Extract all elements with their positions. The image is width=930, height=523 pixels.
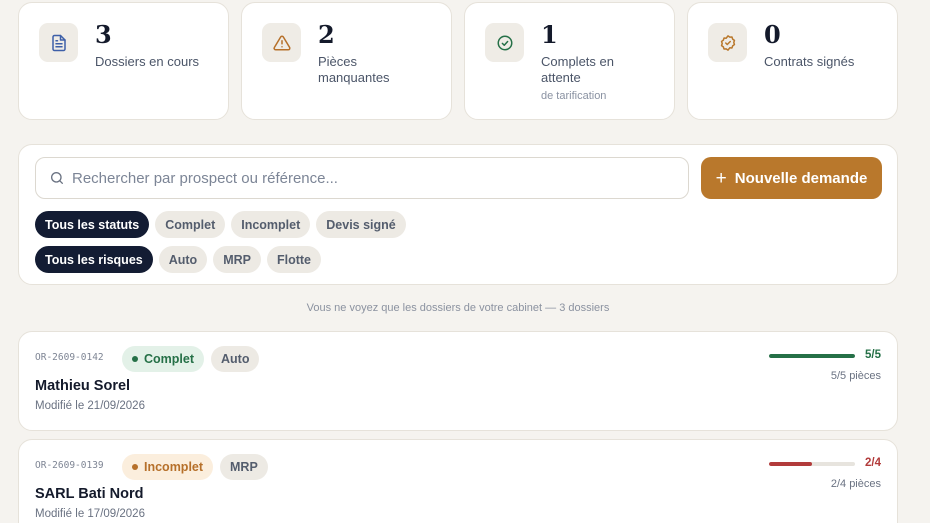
risk-filter-flotte[interactable]: Flotte bbox=[266, 246, 321, 273]
risk-filter-group: Tous les risques Auto MRP Flotte bbox=[35, 246, 321, 273]
status-dot bbox=[132, 464, 138, 470]
risk-type-badge: MRP bbox=[220, 454, 268, 480]
stat-sublabel: de tarification bbox=[541, 90, 607, 102]
stat-card-dossiers-en-cours: 3 Dossiers en cours bbox=[18, 2, 229, 120]
stat-card-contrats-signes: 0 Contrats signés bbox=[687, 2, 898, 120]
stat-card-pieces-manquantes: 2 Pièces manquantes bbox=[241, 2, 452, 120]
dossier-modified: Modifié le 17/09/2026 bbox=[35, 508, 145, 520]
pieces-progress-bar bbox=[769, 354, 855, 358]
badge-check-icon bbox=[708, 23, 747, 62]
new-request-button[interactable]: + Nouvelle demande bbox=[701, 157, 882, 199]
scope-note: Vous ne voyez que les dossiers de votre … bbox=[306, 302, 610, 314]
stat-label-group: Complets en attente de tarification bbox=[541, 54, 641, 104]
stat-value: 0 bbox=[764, 20, 781, 49]
status-label: Complet bbox=[144, 352, 194, 366]
dossier-name: Mathieu Sorel bbox=[35, 378, 131, 394]
search-input[interactable] bbox=[72, 159, 672, 197]
pieces-fraction: 5/5 bbox=[865, 349, 881, 361]
stat-label: Contrats signés bbox=[764, 54, 855, 69]
status-badge: Incomplet bbox=[122, 454, 214, 480]
dossier-ref: OR-2609-0139 bbox=[35, 460, 104, 471]
status-filter-complet[interactable]: Complet bbox=[155, 211, 226, 238]
status-label: Incomplet bbox=[144, 460, 204, 474]
plus-icon: + bbox=[715, 167, 727, 189]
dossier-ref: OR-2609-0142 bbox=[35, 352, 104, 363]
stat-label: Pièces manquantes bbox=[318, 54, 390, 85]
document-icon bbox=[39, 23, 78, 62]
stat-value: 1 bbox=[541, 20, 558, 49]
pieces-progress-bar bbox=[769, 462, 855, 466]
stat-card-complets-en-attente: 1 Complets en attente de tarification bbox=[464, 2, 675, 120]
status-filter-incomplet[interactable]: Incomplet bbox=[231, 211, 311, 238]
status-filter-group: Tous les statuts Complet Incomplet Devis… bbox=[35, 211, 406, 238]
pieces-fraction: 2/4 bbox=[865, 457, 881, 469]
status-dot bbox=[132, 356, 138, 362]
stat-label: Dossiers en cours bbox=[95, 54, 200, 69]
filter-panel: + Nouvelle demande Tous les statuts Comp… bbox=[18, 144, 898, 285]
status-filter-all[interactable]: Tous les statuts bbox=[35, 211, 150, 238]
risk-filter-auto[interactable]: Auto bbox=[158, 246, 208, 273]
search-box[interactable] bbox=[35, 157, 689, 199]
stat-value: 2 bbox=[318, 20, 335, 49]
pieces-count: 5/5 pièces bbox=[830, 370, 881, 382]
stat-value: 3 bbox=[95, 20, 112, 49]
dossier-row[interactable]: OR-2609-0142 Complet Auto Mathieu Sorel … bbox=[18, 331, 898, 431]
status-badge: Complet bbox=[122, 346, 204, 372]
check-circle-icon bbox=[485, 23, 524, 62]
dossier-name: SARL Bati Nord bbox=[35, 486, 144, 502]
dossier-modified: Modifié le 21/09/2026 bbox=[35, 400, 145, 412]
pieces-count: 2/4 pièces bbox=[830, 478, 881, 490]
pieces-progress-fill bbox=[769, 462, 812, 466]
stat-label: Complets en attente bbox=[541, 54, 614, 85]
risk-filter-all[interactable]: Tous les risques bbox=[35, 246, 153, 273]
risk-type-badge: Auto bbox=[211, 346, 260, 372]
status-filter-devis-signe[interactable]: Devis signé bbox=[316, 211, 406, 238]
pieces-progress-fill bbox=[769, 354, 855, 358]
dossier-row[interactable]: OR-2609-0139 Incomplet MRP SARL Bati Nor… bbox=[18, 439, 898, 523]
search-icon bbox=[49, 170, 65, 191]
new-request-label: Nouvelle demande bbox=[734, 169, 868, 187]
risk-filter-mrp[interactable]: MRP bbox=[213, 246, 261, 273]
warning-icon bbox=[262, 23, 301, 62]
